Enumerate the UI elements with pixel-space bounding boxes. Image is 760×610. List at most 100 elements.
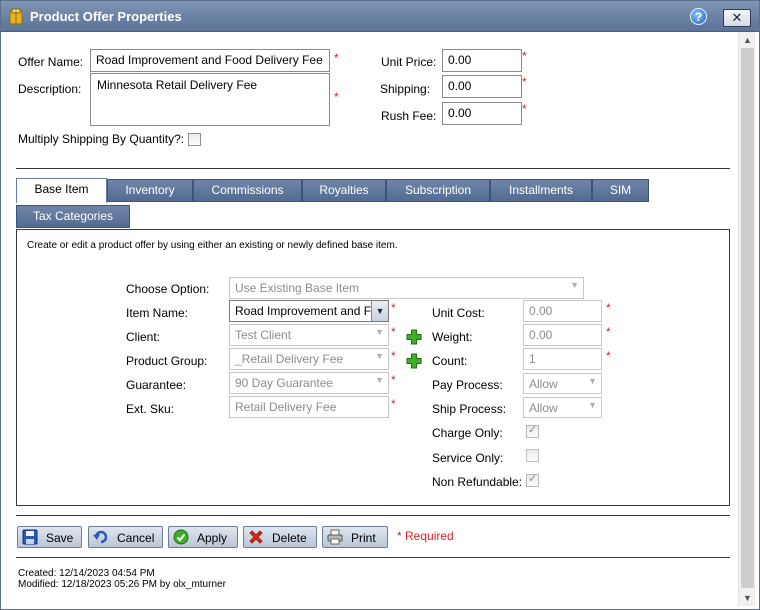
panel-intro-text: Create or edit a product offer by using …	[27, 240, 398, 251]
ship-process-value: Allow	[529, 401, 558, 415]
divider	[16, 168, 730, 169]
required-mark: *	[391, 349, 396, 363]
delete-x-icon	[249, 530, 263, 544]
cancel-button[interactable]: Cancel	[88, 526, 163, 548]
created-timestamp: Created: 12/14/2023 04:54 PM	[18, 568, 155, 579]
guarantee-label: Guarantee:	[126, 378, 187, 392]
required-mark: *	[606, 349, 611, 363]
help-button[interactable]: ?	[690, 8, 707, 25]
pay-process-select[interactable]: Allow ▼	[523, 373, 602, 394]
scroll-up-arrow-icon[interactable]: ▲	[740, 33, 755, 47]
weight-input[interactable]: 0.00	[523, 324, 602, 346]
guarantee-select[interactable]: 90 Day Guarantee ▼	[229, 372, 389, 394]
required-mark: *	[522, 75, 527, 89]
description-label: Description:	[18, 82, 82, 96]
product-offer-window: Product Offer Properties ? ✕ ▲ ▼ Offer N…	[0, 0, 760, 610]
item-name-combobox[interactable]: Road Improvement and F ▼	[229, 300, 389, 322]
apply-button[interactable]: Apply	[168, 526, 238, 548]
choose-option-label: Choose Option:	[126, 282, 210, 296]
required-note: * Required	[397, 529, 454, 543]
scrollbar-thumb[interactable]	[741, 48, 754, 588]
close-button[interactable]: ✕	[723, 9, 751, 27]
charge-only-checkbox[interactable]	[526, 423, 539, 438]
pay-process-label: Pay Process:	[432, 378, 503, 392]
tab-royalties[interactable]: Royalties	[302, 179, 386, 202]
window-title: Product Offer Properties	[30, 9, 182, 24]
guarantee-value: 90 Day Guarantee	[235, 376, 334, 390]
save-label: Save	[46, 531, 74, 545]
unit-price-label: Unit Price:	[381, 55, 437, 69]
product-box-icon	[9, 8, 23, 25]
vertical-scrollbar[interactable]: ▲ ▼	[738, 32, 755, 606]
ext-sku-input[interactable]: Retail Delivery Fee	[229, 396, 389, 418]
required-mark: *	[391, 301, 396, 315]
pay-process-value: Allow	[529, 377, 558, 391]
chevron-down-icon: ▼	[375, 351, 384, 361]
ship-process-label: Ship Process:	[432, 402, 507, 416]
client-label: Client:	[126, 330, 161, 344]
non-refundable-checkbox[interactable]	[526, 472, 539, 487]
service-only-checkbox[interactable]	[526, 449, 539, 462]
choose-option-select[interactable]: Use Existing Base Item ▼	[229, 277, 584, 299]
charge-only-label: Charge Only:	[432, 426, 503, 440]
chevron-down-icon: ▼	[588, 376, 597, 386]
add-client-plus-icon[interactable]	[406, 329, 422, 345]
required-mark: *	[522, 49, 527, 63]
required-mark: *	[391, 373, 396, 387]
description-textarea[interactable]: Minnesota Retail Delivery Fee	[90, 73, 330, 126]
tab-commissions[interactable]: Commissions	[193, 179, 302, 202]
count-input[interactable]: 1	[523, 348, 602, 370]
multiply-shipping-label: Multiply Shipping By Quantity?:	[18, 132, 185, 146]
tab-base-item[interactable]: Base Item	[16, 178, 107, 203]
scroll-down-arrow-icon[interactable]: ▼	[740, 591, 755, 605]
chevron-down-icon: ▼	[570, 280, 579, 290]
shipping-input[interactable]: 0.00	[442, 75, 522, 98]
item-name-label: Item Name:	[126, 306, 189, 320]
tab-sim[interactable]: SIM	[592, 179, 649, 202]
unit-price-input[interactable]: 0.00	[442, 49, 522, 72]
chevron-down-icon: ▼	[375, 327, 384, 337]
offer-name-input[interactable]: Road Improvement and Food Delivery Fee	[90, 49, 330, 72]
divider	[16, 557, 730, 558]
chevron-down-icon: ▼	[375, 375, 384, 385]
title-bar[interactable]: Product Offer Properties ? ✕	[1, 1, 759, 32]
offer-name-label: Offer Name:	[18, 55, 84, 69]
check-circle-icon	[173, 529, 189, 545]
shipping-label: Shipping:	[380, 82, 431, 96]
chevron-down-icon: ▼	[588, 400, 597, 410]
chevron-down-icon[interactable]: ▼	[371, 301, 388, 321]
tab-subscription[interactable]: Subscription	[386, 179, 490, 202]
rush-fee-input[interactable]: 0.00	[442, 102, 522, 125]
product-group-label: Product Group:	[126, 354, 208, 368]
rush-fee-label: Rush Fee:	[381, 109, 437, 123]
required-mark: *	[334, 90, 339, 104]
undo-arrow-icon	[93, 530, 108, 544]
modified-timestamp: Modified: 12/18/2023 05:26 PM by olx_mtu…	[18, 579, 226, 590]
add-product-group-plus-icon[interactable]	[406, 353, 422, 369]
client-select[interactable]: Test Client ▼	[229, 324, 389, 346]
cancel-label: Cancel	[117, 531, 155, 545]
printer-icon	[327, 529, 343, 545]
print-button[interactable]: Print	[322, 526, 388, 548]
apply-label: Apply	[197, 531, 228, 545]
weight-label: Weight:	[432, 330, 473, 344]
count-label: Count:	[432, 354, 468, 368]
floppy-disk-icon	[22, 529, 38, 545]
tab-tax-categories[interactable]: Tax Categories	[16, 205, 130, 228]
unit-cost-label: Unit Cost:	[432, 306, 485, 320]
divider	[16, 515, 730, 516]
product-group-select[interactable]: _Retail Delivery Fee ▼	[229, 348, 389, 370]
print-label: Print	[351, 531, 376, 545]
required-mark: *	[334, 51, 339, 65]
unit-cost-input[interactable]: 0.00	[523, 300, 602, 322]
required-mark: *	[606, 325, 611, 339]
ship-process-select[interactable]: Allow ▼	[523, 397, 602, 418]
choose-option-value: Use Existing Base Item	[235, 281, 360, 295]
save-button[interactable]: Save	[17, 526, 82, 548]
tab-installments[interactable]: Installments	[490, 179, 592, 202]
tab-inventory[interactable]: Inventory	[107, 179, 193, 202]
non-refundable-label: Non Refundable:	[432, 475, 523, 489]
ext-sku-label: Ext. Sku:	[126, 402, 175, 416]
delete-button[interactable]: Delete	[243, 526, 317, 548]
multiply-shipping-checkbox[interactable]	[188, 133, 201, 146]
